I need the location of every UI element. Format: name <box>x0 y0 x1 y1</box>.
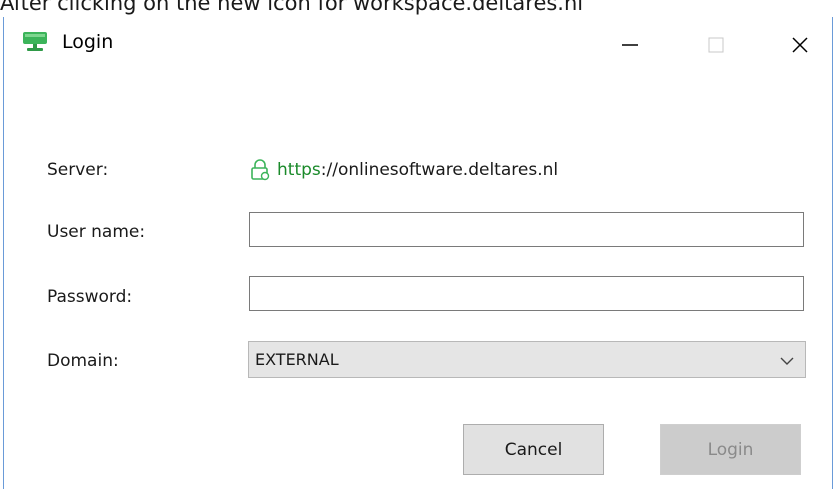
login-button[interactable]: Login <box>660 424 801 475</box>
chevron-down-icon <box>779 353 795 367</box>
minimize-icon <box>622 44 638 46</box>
username-label: User name: <box>47 222 146 242</box>
username-input[interactable] <box>249 212 804 247</box>
domain-selected-value: EXTERNAL <box>255 350 339 369</box>
window-title: Login <box>62 31 114 53</box>
server-value: https://onlinesoftware.deltares.nl <box>249 159 558 181</box>
close-icon <box>792 37 808 53</box>
domain-label: Domain: <box>47 351 119 371</box>
server-scheme: https <box>277 160 321 180</box>
login-window: Login Server: https://onlinesoftware.del… <box>3 17 833 489</box>
password-input[interactable] <box>249 276 804 311</box>
domain-select[interactable]: EXTERNAL <box>248 341 806 378</box>
password-label: Password: <box>47 287 133 307</box>
caption-text: After clicking on the new icon for works… <box>0 0 584 15</box>
cancel-button[interactable]: Cancel <box>463 424 604 475</box>
maximize-button[interactable] <box>688 17 744 73</box>
server-label: Server: <box>47 160 109 180</box>
title-bar: Login <box>4 17 832 73</box>
minimize-button[interactable] <box>602 17 658 73</box>
server-address: ://onlinesoftware.deltares.nl <box>320 160 559 180</box>
lock-icon <box>249 159 271 181</box>
close-button[interactable] <box>772 17 828 73</box>
maximize-icon <box>708 37 724 53</box>
monitor-icon <box>22 29 48 55</box>
